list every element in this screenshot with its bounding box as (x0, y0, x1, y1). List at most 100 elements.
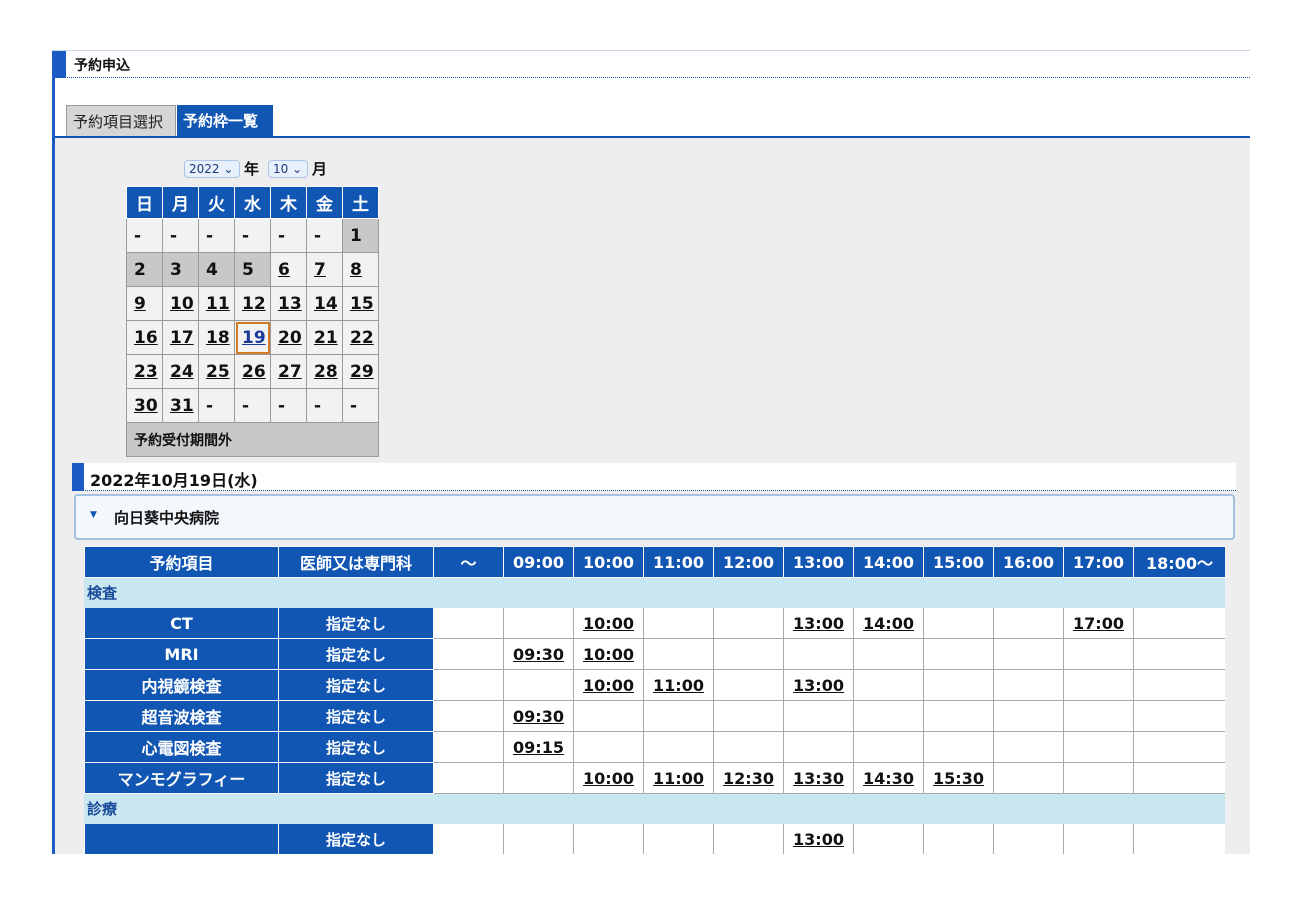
calendar-day-empty: - (198, 388, 235, 423)
slot-empty (1063, 823, 1134, 854)
slot-link[interactable]: 10:00 (573, 669, 644, 701)
calendar-day[interactable]: 13 (270, 286, 307, 321)
calendar-day-selected[interactable]: 19 (234, 320, 271, 355)
calendar-day[interactable]: 21 (306, 320, 343, 355)
slot-link[interactable]: 09:30 (503, 700, 574, 732)
calendar-day-empty: - (162, 218, 199, 253)
slot-empty (923, 638, 994, 670)
slot-empty (643, 607, 714, 639)
slot-empty (643, 638, 714, 670)
calendar-day[interactable]: 7 (306, 252, 343, 287)
calendar-day[interactable]: 26 (234, 354, 271, 389)
slot-empty (713, 731, 784, 763)
calendar-day[interactable]: 10 (162, 286, 199, 321)
year-value: 2022 (189, 162, 220, 176)
calendar-day[interactable]: 14 (306, 286, 343, 321)
slot-link[interactable]: 15:30 (923, 762, 994, 794)
calendar-day[interactable]: 23 (126, 354, 163, 389)
calendar-day[interactable]: 31 (162, 388, 199, 423)
slot-empty (433, 638, 504, 670)
slot-link[interactable]: 12:30 (713, 762, 784, 794)
slot-empty (713, 669, 784, 701)
slot-link[interactable]: 14:30 (853, 762, 924, 794)
calendar-day[interactable]: 29 (342, 354, 379, 389)
calendar-day[interactable]: 28 (306, 354, 343, 389)
calendar-day-empty: - (126, 218, 163, 253)
slot-empty (993, 669, 1064, 701)
month-value: 10 (273, 162, 289, 176)
item-name: CT (84, 607, 279, 639)
slot-link[interactable]: 14:00 (853, 607, 924, 639)
slot-link[interactable]: 09:15 (503, 731, 574, 763)
slot-empty (993, 762, 1064, 794)
tab-slot-list[interactable]: 予約枠一覧 (177, 105, 273, 137)
slot-link[interactable]: 11:00 (643, 762, 714, 794)
slot-empty (923, 731, 994, 763)
doctor-name: 指定なし (278, 638, 434, 670)
calendar-day[interactable]: 18 (198, 320, 235, 355)
calendar-day-empty: - (270, 218, 307, 253)
slot-link[interactable]: 13:00 (783, 607, 854, 639)
slot-link[interactable]: 17:00 (1063, 607, 1134, 639)
weekday-header: 月 (162, 186, 199, 219)
slot-link[interactable]: 13:00 (783, 823, 854, 854)
slot-empty (503, 823, 574, 854)
month-select[interactable]: 10 ⌄ (268, 160, 308, 178)
slot-empty (713, 823, 784, 854)
column-header: ～ (433, 546, 504, 578)
slot-empty (923, 607, 994, 639)
slot-link[interactable]: 13:00 (783, 669, 854, 701)
year-select[interactable]: 2022 ⌄ (184, 160, 240, 178)
column-header: 15:00 (923, 546, 994, 578)
slot-link[interactable]: 13:30 (783, 762, 854, 794)
slot-table-container: 予約項目 医師又は専門科～ 09:00 10:00 11:00 12:00 13:00 14:… (84, 546, 1225, 854)
slot-empty (853, 823, 924, 854)
slot-empty (1133, 731, 1225, 763)
slot-link[interactable]: 10:00 (573, 762, 644, 794)
column-header: 11:00 (643, 546, 714, 578)
column-header: 予約項目 (84, 546, 279, 578)
calendar-day[interactable]: 15 (342, 286, 379, 321)
slot-empty (433, 669, 504, 701)
calendar-day-unavailable: 4 (198, 252, 235, 287)
slot-empty (503, 669, 574, 701)
tab-item-selection[interactable]: 予約項目選択 (66, 105, 176, 137)
calendar-day[interactable]: 27 (270, 354, 307, 389)
calendar-day[interactable]: 11 (198, 286, 235, 321)
calendar-day[interactable]: 6 (270, 252, 307, 287)
table-row: CT 指定なし 10:00 13:00 14:00 17:00 (84, 607, 1225, 639)
calendar-day[interactable]: 20 (270, 320, 307, 355)
table-row: 指定なし 13:00 (84, 823, 1225, 854)
slot-link[interactable]: 10:00 (573, 638, 644, 670)
date-header: 2022年10月19日(水) (72, 463, 1236, 491)
year-unit-label: 年 (244, 160, 260, 178)
calendar-day[interactable]: 12 (234, 286, 271, 321)
hospital-accordion[interactable]: ▼ 向日葵中央病院 (74, 494, 1235, 540)
calendar-day[interactable]: 8 (342, 252, 379, 287)
calendar-day[interactable]: 25 (198, 354, 235, 389)
slot-empty (713, 607, 784, 639)
slot-empty (853, 638, 924, 670)
column-header: 10:00 (573, 546, 644, 578)
slot-link[interactable]: 09:30 (503, 638, 574, 670)
calendar-day[interactable]: 30 (126, 388, 163, 423)
slot-link[interactable]: 11:00 (643, 669, 714, 701)
calendar-day[interactable]: 24 (162, 354, 199, 389)
calendar-day-empty: - (198, 218, 235, 253)
slot-link[interactable]: 10:00 (573, 607, 644, 639)
calendar-day[interactable]: 22 (342, 320, 379, 355)
slot-empty (1133, 823, 1225, 854)
column-header: 18:00～ (1133, 546, 1225, 578)
slot-empty (1063, 700, 1134, 732)
slot-empty (853, 731, 924, 763)
slot-empty (643, 731, 714, 763)
slot-empty (993, 731, 1064, 763)
calendar-day[interactable]: 17 (162, 320, 199, 355)
slot-empty (1133, 669, 1225, 701)
chevron-down-icon: ⌄ (292, 162, 303, 176)
slot-empty (643, 823, 714, 854)
calendar-day-unavailable: 3 (162, 252, 199, 287)
calendar-day-empty: - (342, 388, 379, 423)
calendar-day[interactable]: 9 (126, 286, 163, 321)
calendar-day[interactable]: 16 (126, 320, 163, 355)
